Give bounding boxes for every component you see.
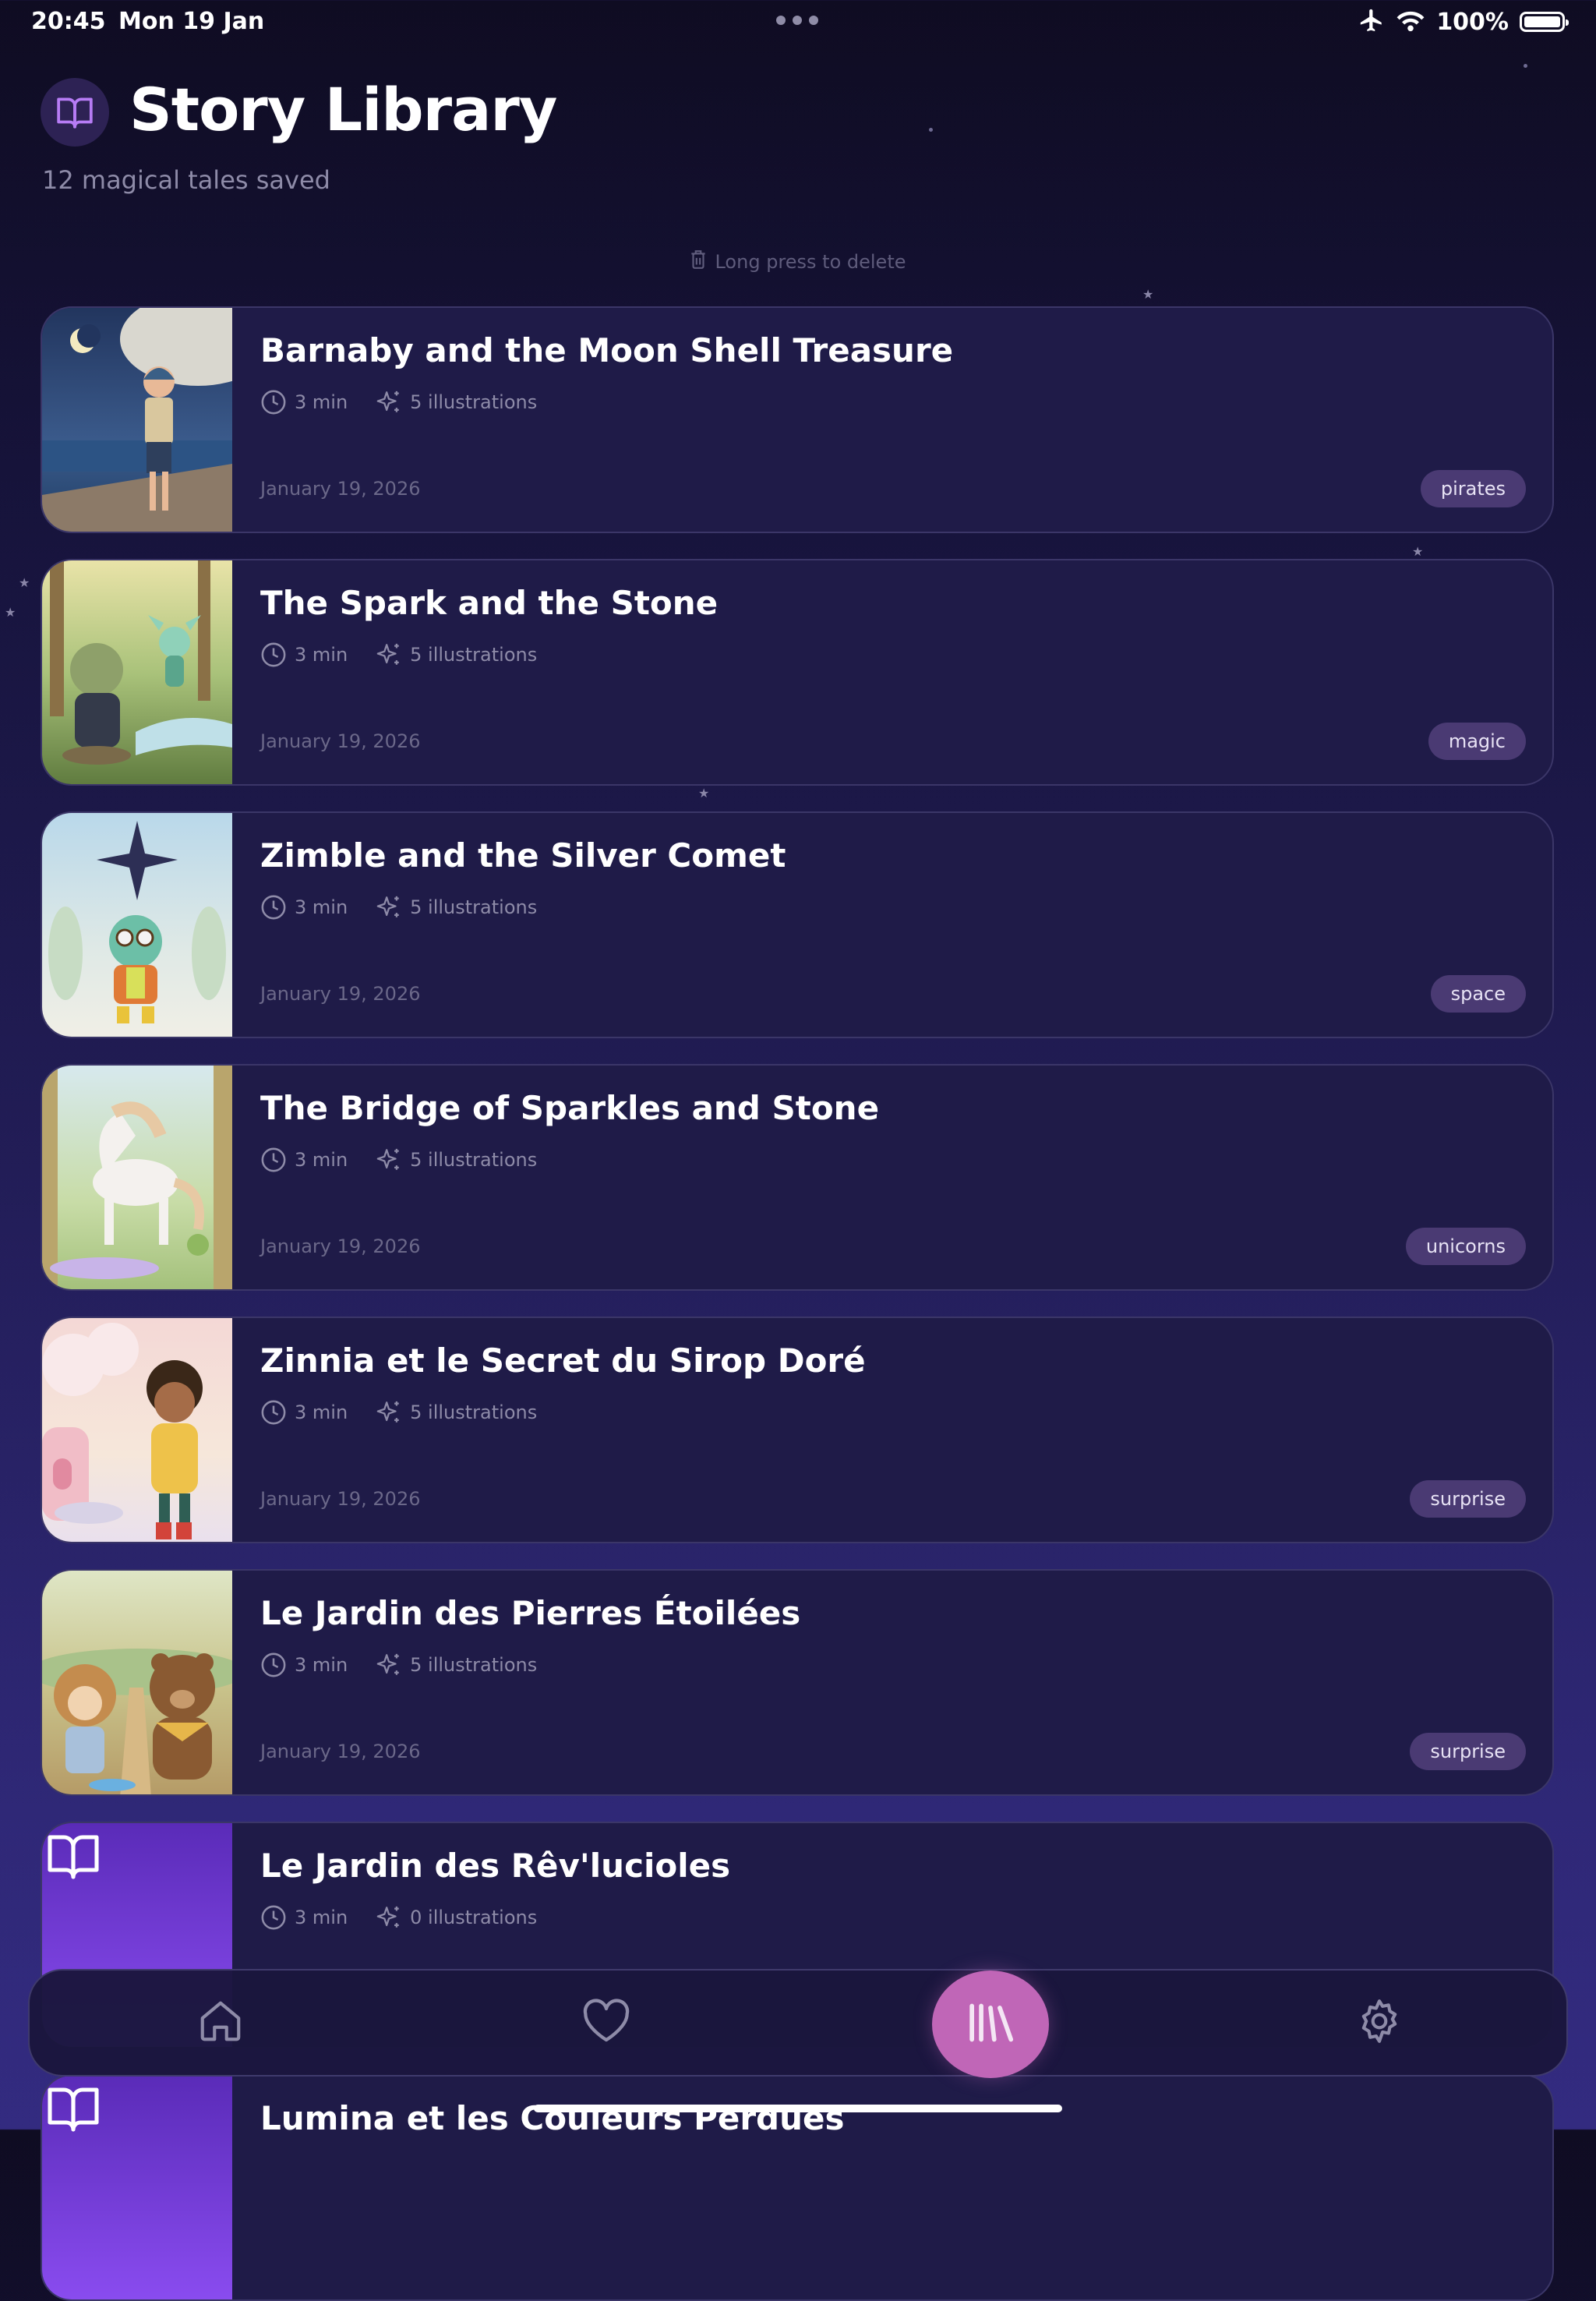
story-illustrations: 5 illustrations xyxy=(410,644,538,666)
story-duration: 3 min xyxy=(295,896,348,918)
clock-icon xyxy=(260,1399,287,1426)
story-duration: 3 min xyxy=(295,1401,348,1423)
star-decoration: ★ xyxy=(1412,544,1424,559)
clock-icon xyxy=(260,1147,287,1173)
sparkles-icon xyxy=(376,1652,402,1678)
clock-icon xyxy=(260,389,287,415)
sparkles-icon xyxy=(376,389,402,415)
clock-icon xyxy=(260,642,287,668)
story-meta: 3 min 5 illustrations xyxy=(260,389,537,415)
star-decoration: ★ xyxy=(19,575,30,590)
story-date: January 19, 2026 xyxy=(260,730,421,752)
home-indicator[interactable] xyxy=(534,2105,1062,2112)
page-subtitle: 12 magical tales saved xyxy=(42,165,330,195)
story-title: Barnaby and the Moon Shell Treasure xyxy=(260,331,954,369)
story-card[interactable]: The Bridge of Sparkles and Stone 3 min 5… xyxy=(41,1064,1554,1291)
story-thumbnail xyxy=(42,1318,232,1542)
story-duration: 3 min xyxy=(295,644,348,666)
story-title: Le Jardin des Pierres Étoilées xyxy=(260,1594,801,1632)
page-title: Story Library xyxy=(129,75,557,144)
story-meta: 3 min 5 illustrations xyxy=(260,642,537,668)
story-meta: 3 min 0 illustrations xyxy=(260,1904,537,1931)
settings-icon xyxy=(1355,1997,1404,2048)
story-duration: 3 min xyxy=(295,1907,348,1928)
story-illustrations: 5 illustrations xyxy=(410,1654,538,1676)
story-tag: pirates xyxy=(1420,470,1526,507)
story-duration: 3 min xyxy=(295,1149,348,1171)
battery-icon xyxy=(1520,12,1569,32)
story-date: January 19, 2026 xyxy=(260,478,421,500)
heart-icon xyxy=(581,1998,631,2048)
book-icon xyxy=(41,78,109,147)
wifi-icon xyxy=(1396,8,1425,36)
status-date: Mon 19 Jan xyxy=(118,8,265,35)
nav-home-button[interactable] xyxy=(162,1971,279,2075)
story-illustrations: 5 illustrations xyxy=(410,896,538,918)
clock-icon xyxy=(260,1904,287,1931)
sparkles-icon xyxy=(376,1904,402,1931)
nav-favorites-button[interactable] xyxy=(548,1971,665,2075)
bottom-nav xyxy=(28,1969,1568,2077)
story-tag: surprise xyxy=(1410,1480,1526,1518)
star-decoration: ★ xyxy=(1142,287,1154,302)
clock-icon xyxy=(260,1652,287,1678)
story-thumbnail xyxy=(42,560,232,784)
story-date: January 19, 2026 xyxy=(260,1741,421,1762)
story-title: The Spark and the Stone xyxy=(260,584,719,622)
status-bar: 20:45 Mon 19 Jan 100% xyxy=(0,0,1596,44)
story-tag: magic xyxy=(1428,723,1526,760)
story-card[interactable]: Barnaby and the Moon Shell Treasure 3 mi… xyxy=(41,306,1554,533)
story-title: Zinnia et le Secret du Sirop Doré xyxy=(260,1341,866,1380)
story-thumbnail xyxy=(42,1066,232,1289)
story-card[interactable]: Le Jardin des Pierres Étoilées 3 min 5 i… xyxy=(41,1569,1554,1796)
story-tag: unicorns xyxy=(1405,1228,1526,1265)
story-thumbnail xyxy=(42,813,232,1037)
sparkles-icon xyxy=(376,1399,402,1426)
star-decoration xyxy=(1524,64,1527,68)
nav-settings-button[interactable] xyxy=(1321,1971,1438,2075)
story-meta: 3 min 5 illustrations xyxy=(260,1147,537,1173)
star-decoration: ★ xyxy=(698,786,710,801)
story-date: January 19, 2026 xyxy=(260,983,421,1005)
story-thumbnail xyxy=(42,308,232,532)
story-illustrations: 0 illustrations xyxy=(410,1907,538,1928)
story-card[interactable]: Zinnia et le Secret du Sirop Doré 3 min … xyxy=(41,1317,1554,1543)
sparkles-icon xyxy=(376,894,402,921)
trash-icon xyxy=(690,249,707,274)
clock-icon xyxy=(260,894,287,921)
story-title: Zimble and the Silver Comet xyxy=(260,836,786,875)
story-card[interactable]: Zimble and the Silver Comet 3 min 5 illu… xyxy=(41,811,1554,1038)
story-thumbnail-placeholder xyxy=(42,2076,232,2299)
story-duration: 3 min xyxy=(295,391,348,413)
story-meta: 3 min 5 illustrations xyxy=(260,1652,537,1678)
sparkles-icon xyxy=(376,1147,402,1173)
sparkles-icon xyxy=(376,642,402,668)
story-thumbnail xyxy=(42,1571,232,1794)
story-date: January 19, 2026 xyxy=(260,1235,421,1257)
story-card[interactable]: The Spark and the Stone 3 min 5 illustra… xyxy=(41,559,1554,786)
story-illustrations: 5 illustrations xyxy=(410,391,538,413)
delete-hint-text: Long press to delete xyxy=(715,251,906,273)
story-title: The Bridge of Sparkles and Stone xyxy=(260,1089,880,1127)
story-tag: space xyxy=(1430,975,1526,1013)
nav-library-button[interactable] xyxy=(932,1971,1049,2078)
home-icon xyxy=(196,1997,245,2048)
story-meta: 3 min 5 illustrations xyxy=(260,894,537,921)
story-illustrations: 5 illustrations xyxy=(410,1401,538,1423)
story-duration: 3 min xyxy=(295,1654,348,1676)
battery-percentage: 100% xyxy=(1436,8,1509,36)
story-meta: 3 min 5 illustrations xyxy=(260,1399,537,1426)
multitasking-dots[interactable] xyxy=(776,16,818,27)
story-date: January 19, 2026 xyxy=(260,1488,421,1510)
library-icon xyxy=(966,2002,1015,2047)
airplane-icon xyxy=(1358,7,1385,37)
status-time: 20:45 xyxy=(31,8,106,35)
delete-hint: Long press to delete xyxy=(0,249,1596,274)
star-decoration xyxy=(929,128,933,132)
story-tag: surprise xyxy=(1410,1733,1526,1770)
story-illustrations: 5 illustrations xyxy=(410,1149,538,1171)
star-decoration: ★ xyxy=(5,605,16,620)
story-title: Le Jardin des Rêv'lucioles xyxy=(260,1847,731,1885)
